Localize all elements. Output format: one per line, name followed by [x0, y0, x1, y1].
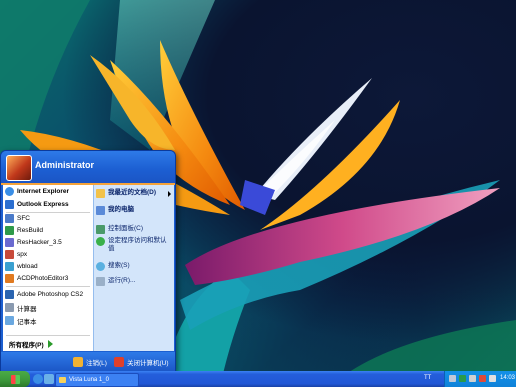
- program-item-spx[interactable]: spx: [5, 249, 27, 260]
- quicklaunch-ie-icon[interactable]: [33, 374, 43, 384]
- program-item-calculator[interactable]: 计算器: [5, 302, 37, 313]
- logoff-button[interactable]: 注销(L): [73, 357, 107, 367]
- quicklaunch-desktop-icon[interactable]: [44, 374, 54, 384]
- run-icon: [96, 277, 105, 286]
- start-menu-header: Administrator: [1, 151, 175, 185]
- recent-documents-icon: [96, 189, 105, 198]
- program-item-outlook-express[interactable]: Outlook Express: [5, 199, 69, 210]
- my-computer-icon: [96, 206, 105, 215]
- program-item-notepad[interactable]: 记事本: [5, 315, 37, 326]
- program-item-resbuild[interactable]: ResBuild: [5, 225, 43, 236]
- power-icon: [114, 357, 124, 367]
- submenu-arrow-icon: [168, 191, 171, 197]
- user-name: Administrator: [35, 160, 95, 170]
- sfc-icon: [5, 214, 14, 223]
- program-item-acd-photo-editor[interactable]: ACDPhotoEditor3: [5, 273, 68, 284]
- system-tray: 14:03: [444, 371, 516, 387]
- recent-separator: [6, 286, 90, 287]
- taskbar: Vista Luna 1_0 TT 14:03: [0, 371, 516, 387]
- places-list: 我最近的文档(D) 我的电脑 控制面板(C) 设定程序访问和默认值 搜索(S) …: [93, 185, 174, 351]
- folder-icon: [59, 377, 66, 383]
- taskbar-task-button[interactable]: Vista Luna 1_0: [55, 373, 139, 387]
- all-programs-button[interactable]: 所有程序(P): [9, 339, 53, 349]
- all-programs-separator: [6, 335, 90, 336]
- user-avatar[interactable]: [6, 155, 32, 181]
- arrow-right-icon: [47, 340, 53, 348]
- program-item-reshacker[interactable]: ResHacker_3.5: [5, 237, 62, 248]
- place-item-run[interactable]: 运行(R)...: [96, 277, 172, 286]
- place-item-my-computer[interactable]: 我的电脑: [96, 206, 172, 215]
- notepad-icon: [5, 316, 14, 325]
- start-button[interactable]: [0, 371, 30, 387]
- tray-volume-icon[interactable]: [469, 375, 476, 382]
- program-item-wbload[interactable]: wbload: [5, 261, 38, 272]
- windows-flag-icon: [10, 374, 20, 384]
- program-item-sfc[interactable]: SFC: [5, 213, 30, 224]
- acd-photo-editor-icon: [5, 274, 14, 283]
- program-item-internet-explorer[interactable]: Internet Explorer: [5, 186, 69, 197]
- program-item-photoshop[interactable]: Adobe Photoshop CS2: [5, 289, 83, 300]
- logoff-icon: [73, 357, 83, 367]
- photoshop-icon: [5, 290, 14, 299]
- program-access-icon: [96, 237, 105, 246]
- outlook-express-icon: [5, 200, 14, 209]
- wbload-icon: [5, 262, 14, 271]
- tray-app-icon[interactable]: [459, 375, 466, 382]
- shutdown-button[interactable]: 关闭计算机(U): [114, 357, 169, 367]
- search-icon: [96, 262, 105, 271]
- reshacker-icon: [5, 238, 14, 247]
- spx-icon: [5, 250, 14, 259]
- program-list: Internet Explorer Outlook Express SFC Re…: [3, 185, 93, 351]
- tray-misc-icon[interactable]: [489, 375, 496, 382]
- language-indicator[interactable]: TT: [424, 375, 431, 381]
- internet-explorer-icon: [5, 187, 14, 196]
- calculator-icon: [5, 303, 14, 312]
- control-panel-icon: [96, 225, 105, 234]
- place-item-search[interactable]: 搜索(S): [96, 262, 172, 271]
- start-menu-footer: 注销(L) 关闭计算机(U): [1, 352, 175, 372]
- place-item-program-access[interactable]: 设定程序访问和默认值: [96, 237, 172, 253]
- resbuild-icon: [5, 226, 14, 235]
- tray-security-icon[interactable]: [479, 375, 486, 382]
- place-item-recent-documents[interactable]: 我最近的文档(D): [96, 189, 172, 198]
- start-menu: Administrator Internet Explorer Outlook …: [0, 150, 176, 373]
- tray-network-icon[interactable]: [449, 375, 456, 382]
- place-item-control-panel[interactable]: 控制面板(C): [96, 225, 172, 234]
- clock[interactable]: 14:03: [500, 375, 515, 381]
